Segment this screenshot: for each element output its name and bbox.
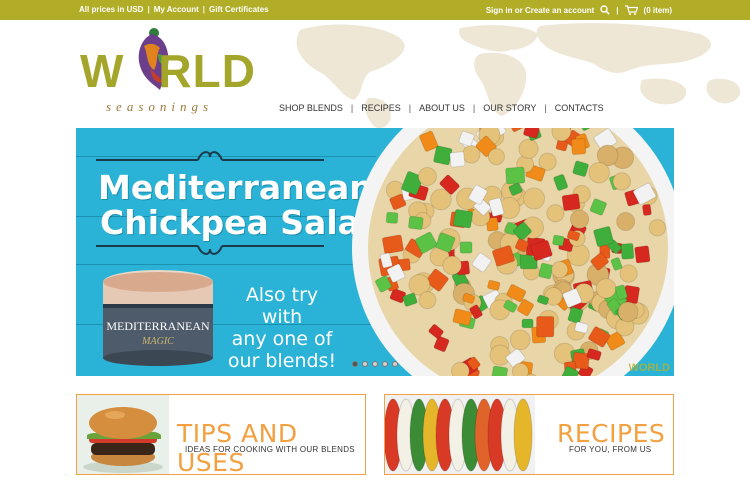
recipes-card-title: RECIPES: [557, 419, 666, 448]
salad-piece: [570, 137, 587, 156]
tomato-salad-image: [385, 395, 535, 474]
burger-image: [77, 395, 169, 474]
divider: |: [147, 5, 150, 14]
salad-piece: [588, 161, 610, 184]
salad-piece: [617, 301, 639, 323]
hero-cta-line-1: Also try with: [245, 284, 319, 328]
site-logo[interactable]: W RLD seasonings: [78, 20, 270, 116]
hero-cta-text: Also try with any one of our blends!: [223, 284, 341, 372]
recipes-card[interactable]: RECIPES FOR YOU, FROM US: [384, 394, 674, 475]
salad-piece: [417, 166, 437, 187]
nav-about-us[interactable]: ABOUT US: [411, 103, 473, 113]
salad-piece: [407, 215, 424, 230]
salad-piece: [523, 187, 546, 210]
top-bar-left: All prices in USD | My Account | Gift Ce…: [79, 5, 269, 14]
hero-title: Mediterranean Chickpea Salad: [98, 170, 384, 240]
salad-piece: [538, 262, 554, 280]
salad-piece: [487, 148, 505, 166]
hero-title-line-1: Mediterranean: [98, 168, 373, 207]
slider-dot-5[interactable]: [392, 361, 398, 367]
slider-dots: [352, 361, 398, 367]
nav-our-story[interactable]: OUR STORY: [475, 103, 544, 113]
salad-piece: [442, 255, 462, 276]
salad-piece: [552, 234, 565, 247]
salad-slice: [513, 398, 533, 472]
tips-and-uses-card[interactable]: TIPS AND USES IDEAS FOR COOKING WITH OUR…: [76, 394, 366, 475]
hero-title-line-2: Chickpea Salad: [100, 203, 384, 242]
salad-piece: [648, 219, 667, 237]
spice-jar-image: MEDITERRANEAN MAGIC: [103, 270, 213, 366]
hero-cta-line-2: any one of: [231, 328, 333, 350]
slider-dot-4[interactable]: [382, 361, 388, 367]
nav-contacts[interactable]: CONTACTS: [547, 103, 612, 113]
salad-piece: [595, 278, 617, 299]
salad-piece: [518, 138, 539, 159]
hero-cta-line-3: our blends!: [227, 350, 337, 372]
my-account-link[interactable]: My Account: [154, 5, 199, 14]
salad-piece: [459, 241, 473, 254]
cart-icon[interactable]: [624, 5, 638, 15]
logo-letters-rld: RLD: [158, 45, 256, 97]
salad-piece: [385, 211, 399, 224]
salad-piece: [616, 212, 636, 232]
salad-piece: [509, 329, 531, 351]
nav-shop-blends[interactable]: SHOP BLENDS: [279, 103, 351, 113]
salad-piece: [490, 365, 509, 376]
salad-piece: [634, 245, 651, 264]
salad-piece: [642, 203, 652, 216]
logo-subtitle: seasonings: [106, 99, 214, 114]
divider: |: [202, 5, 206, 14]
hero-slider[interactable]: Mediterranean Chickpea Salad MEDITERRANE…: [76, 128, 674, 376]
salad-piece: [381, 234, 404, 255]
slider-dot-1[interactable]: [352, 361, 358, 367]
salad-piece: [536, 316, 555, 338]
nav-recipes[interactable]: RECIPES: [353, 103, 409, 113]
logo-letter-w: W: [80, 45, 125, 97]
ornament-divider-bottom: [96, 245, 324, 255]
cart-count[interactable]: (0 item): [644, 6, 672, 15]
divider: |: [616, 5, 619, 15]
salad-piece: [561, 193, 581, 212]
salad-piece: [418, 291, 437, 310]
salad-piece: [521, 318, 534, 329]
salad-piece: [489, 344, 511, 366]
top-bar-right: Sign in or Create an account | (0 item): [486, 5, 672, 15]
jar-label-line-1: MEDITERRANEAN: [106, 319, 210, 333]
salad-piece: [551, 261, 569, 279]
salad-piece: [620, 243, 635, 260]
salad-piece: [612, 172, 631, 191]
jar-label-line-2: MAGIC: [141, 336, 174, 347]
salad-piece: [569, 209, 590, 229]
salad-piece: [452, 208, 474, 229]
gift-certificates-link[interactable]: Gift Certificates: [209, 5, 269, 14]
salad-piece: [451, 361, 470, 376]
world-map-background: [296, 23, 741, 129]
sign-in-link[interactable]: Sign in or Create an account: [486, 6, 594, 15]
hero-watermark-logo: WORLD: [628, 362, 670, 374]
salad-piece: [505, 166, 526, 185]
ornament-divider-top: [96, 151, 324, 161]
wood-plank-line: [76, 264, 376, 265]
recipes-card-subtitle: FOR YOU, FROM US: [569, 445, 652, 454]
main-nav: SHOP BLENDS | RECIPES | ABOUT US | OUR S…: [279, 103, 612, 113]
currency-label: All prices in USD: [79, 5, 144, 14]
search-icon[interactable]: [600, 5, 611, 15]
tips-card-subtitle: IDEAS FOR COOKING WITH OUR BLENDS: [185, 445, 355, 454]
salad-piece: [546, 204, 565, 223]
top-bar: All prices in USD | My Account | Gift Ce…: [0, 0, 750, 20]
slider-dot-2[interactable]: [362, 361, 368, 367]
salad-piece: [449, 151, 466, 168]
chickpea-salad-image: [352, 128, 674, 376]
slider-dot-3[interactable]: [372, 361, 378, 367]
salad-piece: [511, 362, 529, 376]
logo-wordmark: W RLD: [80, 48, 256, 94]
